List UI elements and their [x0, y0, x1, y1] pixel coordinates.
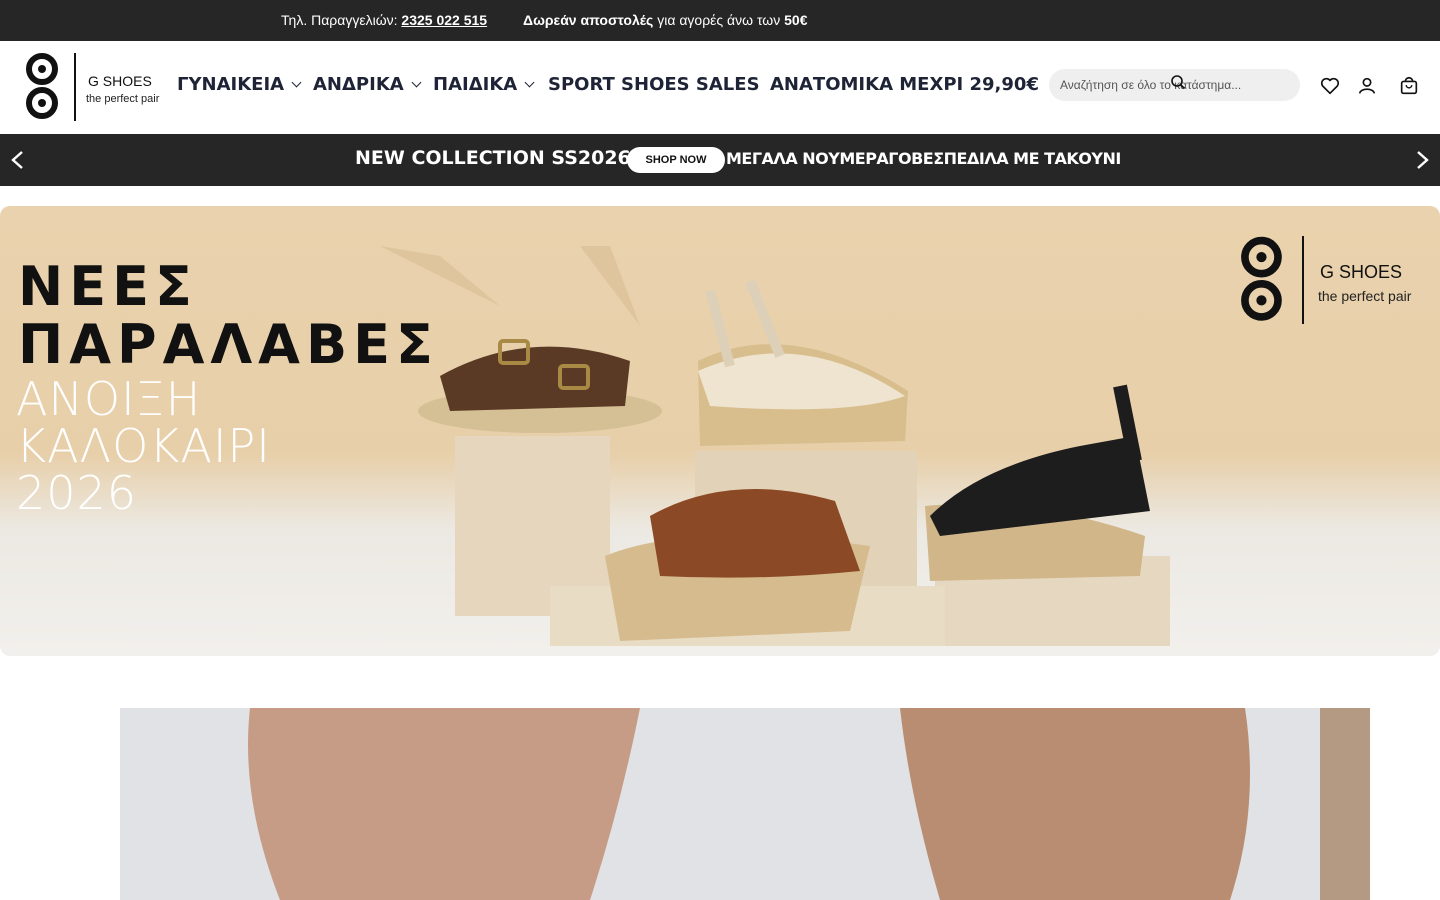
sandals-product-image — [380, 246, 1170, 646]
promo-title: NEW COLLECTION SS2026 — [355, 147, 631, 169]
shop-now-button[interactable]: SHOP NOW — [627, 147, 725, 173]
shipping-text: για αγορές άνω των — [657, 12, 781, 28]
legs-photo-image — [120, 708, 1370, 900]
phone-number-link[interactable]: 2325 022 515 — [401, 12, 487, 28]
top-info-bar: Τηλ. Παραγγελιών: 2325 022 515 Δωρεάν απ… — [0, 0, 1440, 41]
logo-divider — [74, 53, 76, 121]
hero-season-line3: 2026 — [16, 466, 138, 520]
hero-brand-logo: G SHOES the perfect pair — [1236, 234, 1426, 326]
brand-name: G SHOES — [88, 73, 152, 89]
search-box — [1049, 69, 1300, 101]
hero-headline-line2: ΠΑΡΑΛΑΒΕΣ — [18, 313, 439, 376]
hero-brand-tagline: the perfect pair — [1318, 288, 1412, 304]
nav-item-label: ΑΝΑΤΟΜΙΚΑ ΜΕΧΡΙ 29,90€ — [770, 74, 1039, 95]
shipping-amount: 50€ — [784, 12, 808, 28]
promo-carousel: NEW COLLECTION SS2026 SHOP NOW ΜΕΓΑΛΑ ΝΟ… — [0, 134, 1440, 186]
shipping-info: Δωρεάν αποστολές για αγορές άνω των 50€ — [523, 12, 807, 28]
site-logo[interactable]: G SHOES the perfect pair — [22, 51, 162, 123]
nav-item-label: ΠΑΙΔΙΚΑ — [433, 74, 518, 95]
nav-item-label: ΑΝΔΡΙΚΑ — [313, 74, 404, 95]
nav-item-kids[interactable]: ΠΑΙΔΙΚΑ — [433, 74, 535, 95]
chevron-down-icon — [524, 77, 535, 88]
chevron-left-icon[interactable] — [8, 150, 28, 170]
hero-headline: ΝΕΕΣ ΠΑΡΑΛΑΒΕΣ — [18, 258, 439, 374]
nav-item-label: ΓΥΝΑΙΚΕΙΑ — [177, 74, 285, 95]
search-icon[interactable] — [1170, 74, 1186, 90]
phone-label: Τηλ. Παραγγελιών: — [281, 12, 398, 28]
nav-item-sport-sales[interactable]: SPORT SHOES SALES — [548, 74, 760, 95]
site-header: G SHOES the perfect pair ΓΥΝΑΙΚΕΙΑ ΑΝΔΡΙ… — [0, 41, 1440, 134]
user-icon[interactable] — [1356, 75, 1378, 97]
hero-brand-name: G SHOES — [1320, 262, 1403, 282]
hero-banner[interactable]: ΝΕΕΣ ΠΑΡΑΛΑΒΕΣ ΑΝΟΙΞΗ ΚΑΛΟΚΑΙΡΙ 2026 G S… — [0, 206, 1440, 656]
shipping-bold: Δωρεάν αποστολές — [523, 12, 654, 28]
nav-item-men[interactable]: ΑΝΔΡΙΚΑ — [313, 74, 422, 95]
brand-tagline: the perfect pair — [86, 93, 160, 105]
chevron-right-icon[interactable] — [1412, 150, 1432, 170]
promo-secondary-text: ΜΕΓΑΛΑ ΝΟΥΜΕΡΑΓΟΒΕΣΠΕΔΙΛΑ ΜΕ ΤΑΚΟΥΝΙ — [726, 149, 1121, 168]
bag-icon[interactable] — [1398, 75, 1420, 97]
hero-headline-line1: ΝΕΕΣ — [18, 255, 198, 318]
nav-item-women[interactable]: ΓΥΝΑΙΚΕΙΑ — [177, 74, 302, 95]
chevron-down-icon — [291, 77, 302, 88]
hero-season-line1: ΑΝΟΙΞΗ — [16, 372, 202, 426]
secondary-banner-image[interactable] — [120, 708, 1370, 900]
hero-season: ΑΝΟΙΞΗ ΚΑΛΟΚΑΙΡΙ 2026 — [16, 376, 271, 517]
hero-logo-divider — [1302, 236, 1304, 324]
nav-item-anatomic[interactable]: ΑΝΑΤΟΜΙΚΑ ΜΕΧΡΙ 29,90€ — [770, 74, 1039, 95]
chevron-down-icon — [411, 77, 422, 88]
hero-season-line2: ΚΑΛΟΚΑΙΡΙ — [16, 419, 271, 473]
brand-mark-icon — [26, 53, 58, 119]
search-input[interactable] — [1060, 75, 1260, 95]
heart-icon[interactable] — [1319, 75, 1341, 97]
nav-item-label: SPORT SHOES SALES — [548, 74, 760, 95]
brand-mark-icon — [1241, 236, 1282, 321]
phone-info: Τηλ. Παραγγελιών: 2325 022 515 — [281, 12, 487, 28]
